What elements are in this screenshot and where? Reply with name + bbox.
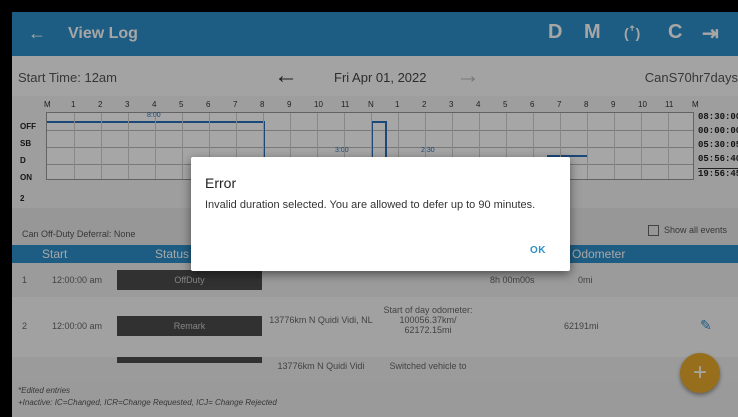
device: ← View Log D M (ꜛ) C ⇥ Start Time: 12am …	[0, 0, 738, 417]
error-dialog: Error Invalid duration selected. You are…	[191, 157, 570, 271]
dialog-message: Invalid duration selected. You are allow…	[205, 199, 536, 211]
ok-button[interactable]: OK	[530, 245, 546, 256]
dialog-title: Error	[205, 175, 237, 191]
